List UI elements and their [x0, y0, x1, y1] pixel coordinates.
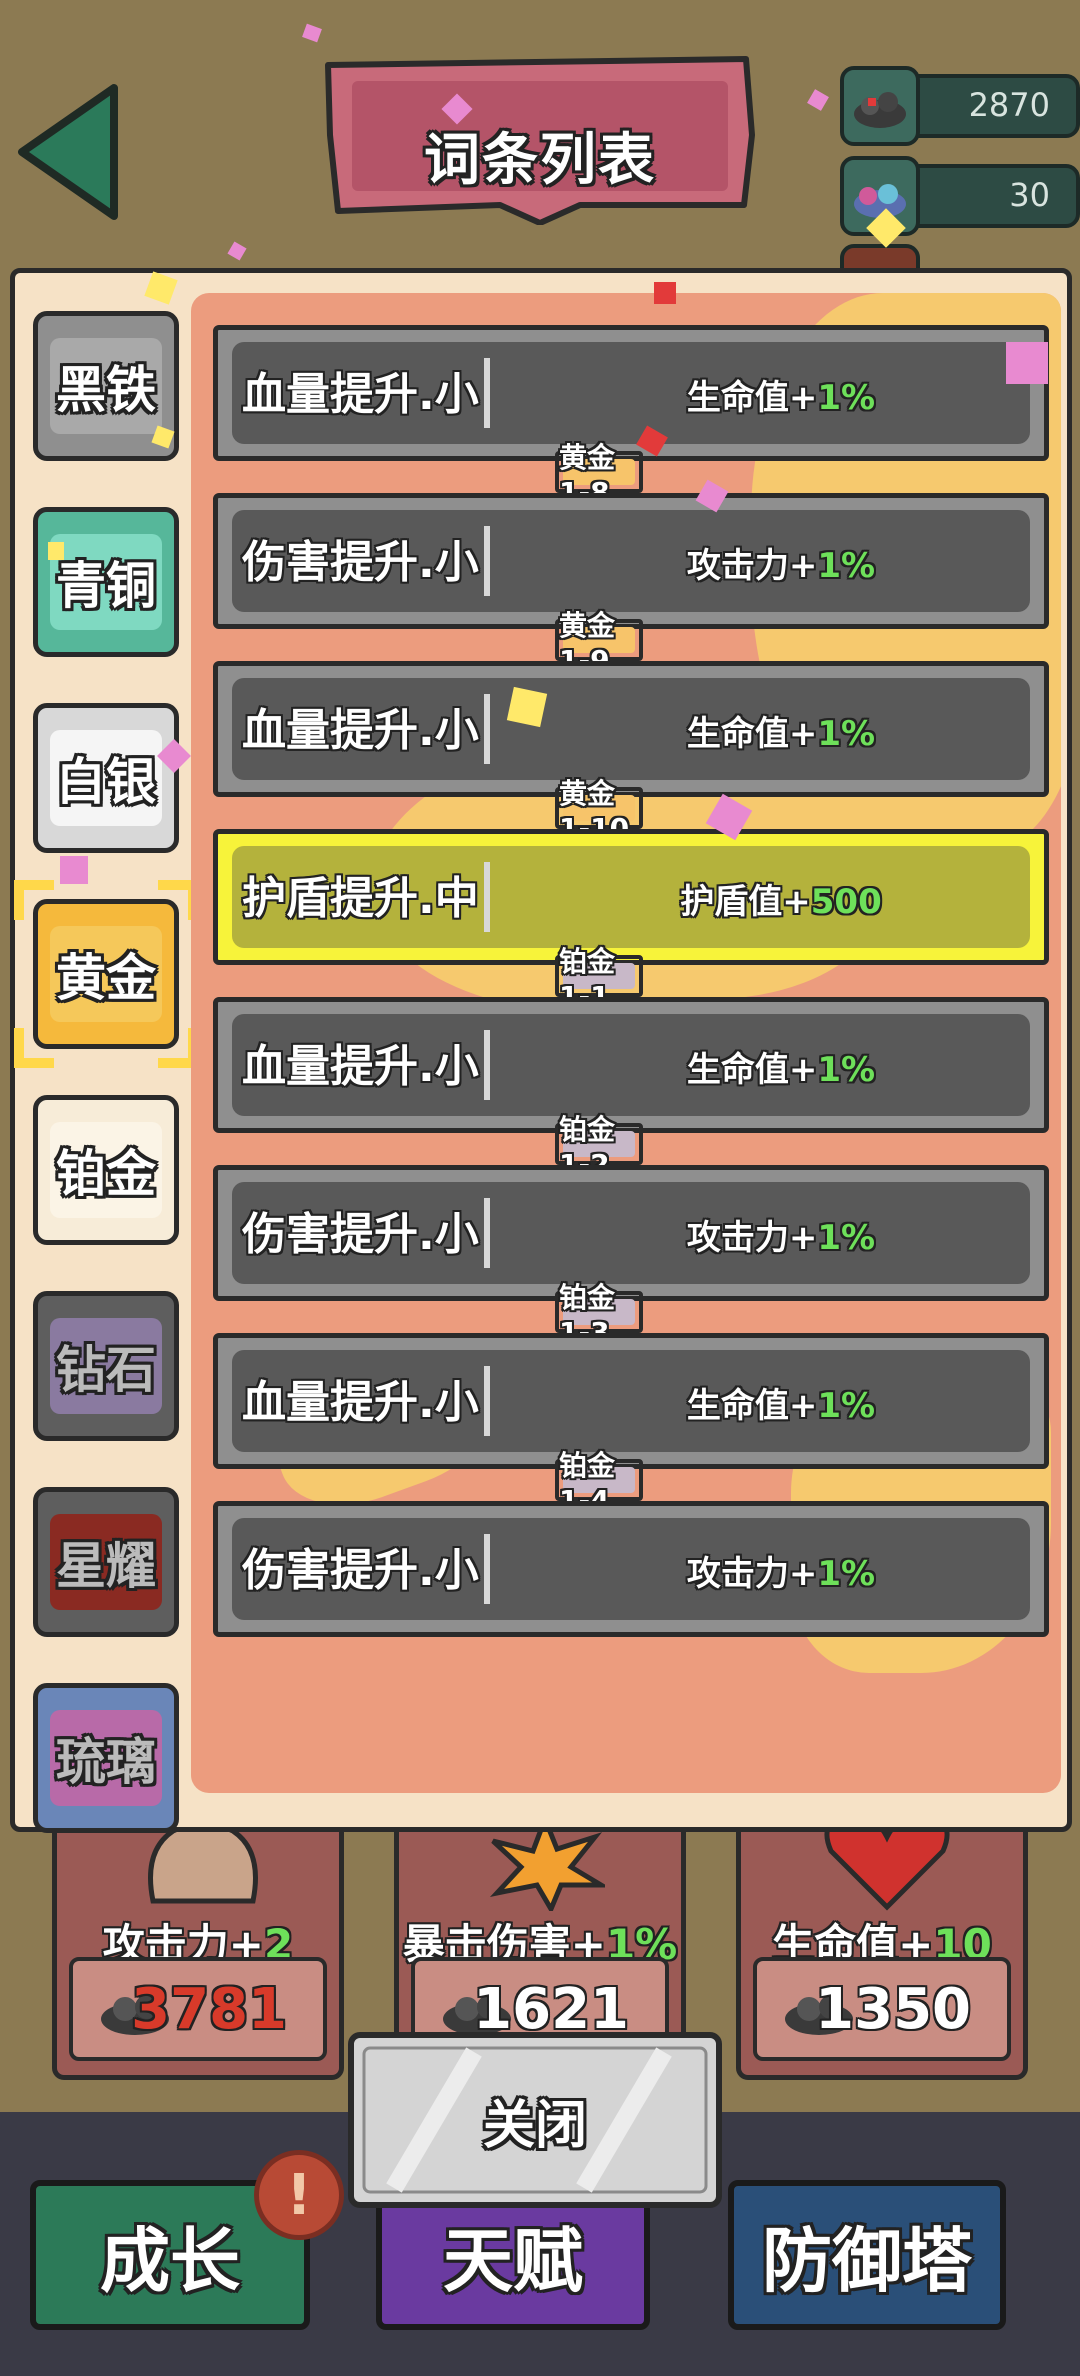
confetti-piece — [302, 23, 322, 43]
card-health-cost-value: 1350 — [815, 1977, 971, 2042]
card-health-cost: 1350 — [753, 1957, 1011, 2061]
entry-name: 护盾提升.中 — [242, 873, 479, 924]
row-divider — [484, 1366, 490, 1436]
row-divider — [484, 1198, 490, 1268]
entry-effect: 攻击力+1% — [686, 1554, 876, 1594]
page-title: 词条列表 — [424, 128, 656, 193]
tab-label: 青铜 — [56, 557, 156, 615]
level-tag: 黄金1-10 — [555, 777, 643, 845]
alert-badge: ! — [254, 2150, 344, 2240]
entry-name: 伤害提升.小 — [242, 1545, 479, 1596]
entry-effect: 生命值+1% — [686, 714, 876, 754]
level-tag: 铂金1-4 — [555, 1449, 643, 1517]
upgrade-card-attack[interactable]: 攻击力+2 3781 — [52, 1800, 344, 2080]
card-attack-cost: 3781 — [69, 1957, 327, 2061]
close-label: 关闭 — [482, 2095, 587, 2156]
upgrade-card-health[interactable]: 生命值+10 1350 — [736, 1800, 1028, 2080]
tab-diamond[interactable]: 钻石 — [33, 1291, 179, 1441]
entry-name: 血量提升.小 — [242, 705, 479, 756]
confetti-piece — [227, 241, 247, 261]
tab-label: 白银 — [56, 753, 156, 811]
tab-platinum[interactable]: 铂金 — [33, 1095, 179, 1245]
row-divider — [484, 526, 490, 596]
nav-tower-button[interactable]: 防御塔 — [728, 2180, 1006, 2330]
confetti-piece — [506, 686, 548, 728]
selection-corner — [14, 1028, 54, 1068]
entry-effect: 攻击力+1% — [686, 546, 876, 586]
close-button[interactable]: 关闭 — [348, 2032, 722, 2208]
level-tag: 铂金1-3 — [555, 1281, 643, 1349]
row-divider — [484, 1030, 490, 1100]
entry-effect: 攻击力+1% — [686, 1218, 876, 1258]
level-tag: 黄金1-9 — [555, 609, 643, 677]
entry-list-modal: 黑铁 青铜 白银 黄金 铂金 钻石 星耀 琉璃 血量提升.小 生命值+1% 黄金… — [10, 268, 1072, 1833]
entry-name: 血量提升.小 — [242, 1041, 479, 1092]
row-divider — [484, 1534, 490, 1604]
tab-star[interactable]: 星耀 — [33, 1487, 179, 1637]
entry-effect: 生命值+1% — [686, 378, 876, 418]
confetti-piece — [48, 542, 64, 560]
tab-glaze[interactable]: 琉璃 — [33, 1683, 179, 1833]
row-divider — [484, 358, 490, 428]
ore-pile-icon — [840, 66, 920, 146]
selection-corner — [14, 880, 54, 920]
tab-label: 星耀 — [56, 1537, 156, 1595]
tab-label: 钻石 — [56, 1341, 156, 1399]
entry-name: 血量提升.小 — [242, 1377, 479, 1428]
confetti-piece — [60, 856, 88, 884]
row-divider — [484, 694, 490, 764]
confetti-piece — [1006, 342, 1048, 384]
confetti-piece — [654, 282, 676, 304]
entry-list-viewport: 血量提升.小 生命值+1% 黄金1-8 伤害提升.小 攻击力+1% 黄金1-9 … — [191, 303, 1061, 1783]
tab-bronze[interactable]: 青铜 — [33, 507, 179, 657]
tab-label: 铂金 — [56, 1145, 156, 1203]
tab-label: 琉璃 — [56, 1733, 156, 1791]
ore-count: 2870 — [968, 86, 1050, 124]
tab-label: 黄金 — [56, 949, 156, 1007]
gem-count: 30 — [1009, 176, 1050, 214]
entry-name: 血量提升.小 — [242, 369, 479, 420]
back-arrow-button[interactable] — [14, 82, 124, 222]
entry-name: 伤害提升.小 — [242, 1209, 479, 1260]
level-tag: 铂金1-2 — [555, 1113, 643, 1181]
tab-silver[interactable]: 白银 — [33, 703, 179, 853]
entry-name: 伤害提升.小 — [242, 537, 479, 588]
row-divider — [484, 862, 490, 932]
level-tag: 铂金1-1 — [555, 945, 643, 1013]
entry-row[interactable]: 伤害提升.小 攻击力+1% — [213, 1501, 1049, 1637]
tab-gold[interactable]: 黄金 — [14, 880, 198, 1068]
title-banner: 词条列表 — [320, 55, 760, 225]
card-attack-cost-value: 3781 — [131, 1977, 287, 2042]
entry-effect: 生命值+1% — [686, 1050, 876, 1090]
confetti-piece — [807, 89, 829, 111]
entry-effect: 生命值+1% — [686, 1386, 876, 1426]
entry-effect: 护盾值+500 — [680, 882, 882, 922]
entry-list[interactable]: 血量提升.小 生命值+1% 黄金1-8 伤害提升.小 攻击力+1% 黄金1-9 … — [191, 293, 1061, 1793]
level-tag: 黄金1-8 — [555, 441, 643, 509]
